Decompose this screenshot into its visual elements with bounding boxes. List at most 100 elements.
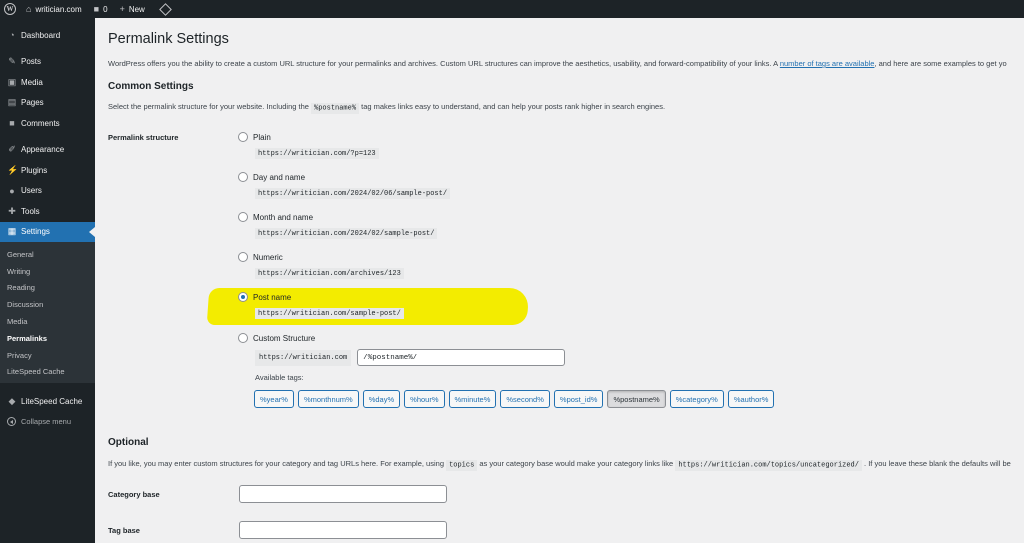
sidebar-item-label: Tools	[21, 206, 40, 216]
topics-code: topics	[446, 459, 478, 471]
custom-structure-prefix: https://writician.com	[255, 349, 352, 366]
tag-button-postname[interactable]: %postname%	[607, 390, 666, 408]
option-plain: Plain https://writician.com/?p=123	[238, 132, 379, 159]
page-title: Permalink Settings	[108, 31, 229, 47]
radio-month-and-name[interactable]	[238, 212, 248, 222]
custom-structure-input[interactable]	[357, 349, 566, 366]
sidebar-item-pages[interactable]: ▤ Pages	[0, 93, 95, 114]
wordpress-logo-icon: W	[4, 3, 16, 15]
radio-custom-structure[interactable]	[238, 333, 248, 343]
home-icon: ⌂	[26, 4, 32, 14]
intro-text: WordPress offers you the ability to crea…	[108, 59, 1007, 68]
option-url-example: https://writician.com/2024/02/sample-pos…	[255, 228, 438, 239]
new-label: New	[128, 4, 145, 14]
submenu-item-permalinks[interactable]: Permalinks	[0, 330, 95, 347]
site-name-menu[interactable]: ⌂ writician.com	[20, 0, 88, 18]
sidebar-item-appearance[interactable]: ✐ Appearance	[0, 140, 95, 161]
media-icon: ▣	[7, 76, 17, 87]
postname-code: %postname%	[311, 102, 360, 114]
tag-button-post-id[interactable]: %post_id%	[553, 390, 604, 408]
available-tags-label: Available tags:	[255, 373, 304, 382]
radio-plain[interactable]	[238, 132, 248, 142]
submenu-item-general[interactable]: General	[0, 246, 95, 263]
optional-description: If you like, you may enter custom struct…	[108, 459, 1011, 471]
option-month-and-name: Month and name https://writician.com/202…	[238, 212, 438, 239]
collapse-menu-button[interactable]: Collapse menu	[0, 412, 95, 432]
sidebar-item-label: Settings	[21, 227, 50, 237]
submenu-item-litespeed-cache[interactable]: LiteSpeed Cache	[0, 364, 95, 381]
sidebar-item-litespeed-cache[interactable]: ◆ LiteSpeed Cache	[0, 391, 95, 412]
sidebar-item-dashboard[interactable]: ◔ Dashboard	[0, 25, 95, 46]
sidebar-item-label: Media	[21, 77, 43, 87]
collapse-label: Collapse menu	[21, 417, 72, 427]
brush-icon: ✐	[8, 144, 16, 155]
submenu-item-media[interactable]: Media	[0, 313, 95, 330]
sidebar-item-plugins[interactable]: ⚡ Plugins	[0, 160, 95, 181]
dashboard-icon: ◔	[9, 30, 15, 41]
optional-desc-middle: as your category base would make your ca…	[477, 459, 676, 468]
desc-text-start: Select the permalink structure for your …	[108, 102, 312, 111]
radio-day-and-name[interactable]	[238, 172, 248, 182]
site-name: writician.com	[35, 4, 82, 14]
tag-button-monthnum[interactable]: %monthnum%	[297, 390, 359, 408]
tag-button-second[interactable]: %second%	[500, 390, 550, 408]
category-base-input[interactable]	[239, 485, 447, 503]
tag-button-category[interactable]: %category%	[669, 390, 724, 408]
optional-desc-start: If you like, you may enter custom struct…	[108, 459, 447, 468]
option-label: Numeric	[253, 252, 283, 262]
sidebar-item-users[interactable]: ● Users	[0, 181, 95, 202]
desc-text-end: tag makes links easy to understand, and …	[359, 102, 666, 111]
comments-menu[interactable]: ■ 0	[88, 0, 114, 18]
comments-count: 0	[103, 4, 108, 14]
plug-icon: ⚡	[7, 164, 19, 175]
pages-icon: ▤	[7, 97, 17, 108]
submenu-item-privacy[interactable]: Privacy	[0, 347, 95, 364]
pin-icon: ✎	[8, 56, 16, 67]
common-settings-description: Select the permalink structure for your …	[108, 102, 666, 114]
submenu-item-reading[interactable]: Reading	[0, 280, 95, 297]
radio-numeric[interactable]	[238, 252, 248, 262]
tag-button-year[interactable]: %year%	[254, 390, 294, 408]
option-day-and-name: Day and name https://writician.com/2024/…	[238, 172, 451, 199]
sidebar-item-label: Posts	[21, 57, 42, 67]
tag-button-day[interactable]: %day%	[362, 390, 401, 408]
sidebar-item-settings[interactable]: ▦ Settings	[0, 221, 95, 242]
wordpress-logo-menu[interactable]: W	[0, 0, 20, 18]
intro-text-start: WordPress offers you the ability to crea…	[108, 59, 780, 68]
example-url-code: https://writician.com/topics/uncategoriz…	[675, 459, 862, 471]
admin-bar: W ⌂ writician.com ■ 0 + New	[0, 0, 1024, 18]
optional-desc-end: . If you leave these blank the defaults …	[861, 459, 1011, 468]
option-label: Day and name	[253, 172, 306, 182]
sidebar-item-comments[interactable]: ■ Comments	[0, 113, 95, 134]
main-content: Permalink Settings WordPress offers you …	[95, 18, 1024, 543]
sidebar-item-label: Dashboard	[21, 30, 61, 40]
sidebar-item-tools[interactable]: ✚ Tools	[0, 201, 95, 222]
tag-button-hour[interactable]: %hour%	[404, 390, 445, 408]
tag-button-minute[interactable]: %minute%	[448, 390, 497, 408]
submenu-item-writing[interactable]: Writing	[0, 263, 95, 280]
common-settings-heading: Common Settings	[108, 81, 194, 92]
new-content-menu[interactable]: + New	[114, 0, 151, 18]
option-url-example: https://writician.com/sample-post/	[255, 308, 404, 319]
sidebar-item-media[interactable]: ▣ Media	[0, 72, 95, 93]
tag-base-input[interactable]	[239, 521, 447, 539]
available-tags-list: %year% %monthnum% %day% %hour% %minute% …	[254, 390, 775, 408]
optional-heading: Optional	[108, 437, 149, 448]
sidebar-item-posts[interactable]: ✎ Posts	[0, 52, 95, 73]
litespeed-menu[interactable]	[151, 0, 176, 18]
tags-available-link[interactable]: number of tags are available	[780, 59, 875, 68]
option-label: Month and name	[253, 212, 314, 222]
collapse-arrow-icon	[7, 417, 16, 427]
option-label: Custom Structure	[253, 333, 316, 343]
radio-post-name[interactable]	[238, 292, 248, 302]
litespeed-diamond-icon	[158, 2, 172, 16]
option-url-example: https://writician.com/?p=123	[255, 148, 379, 159]
category-base-label: Category base	[108, 490, 160, 499]
submenu-item-discussion[interactable]: Discussion	[0, 296, 95, 313]
tag-button-author[interactable]: %author%	[727, 390, 775, 408]
sidebar-item-label: Pages	[21, 98, 44, 108]
users-icon: ●	[9, 185, 15, 196]
comment-icon: ■	[9, 118, 15, 129]
tag-base-label: Tag base	[108, 526, 140, 535]
custom-structure-row: https://writician.com	[255, 349, 566, 366]
